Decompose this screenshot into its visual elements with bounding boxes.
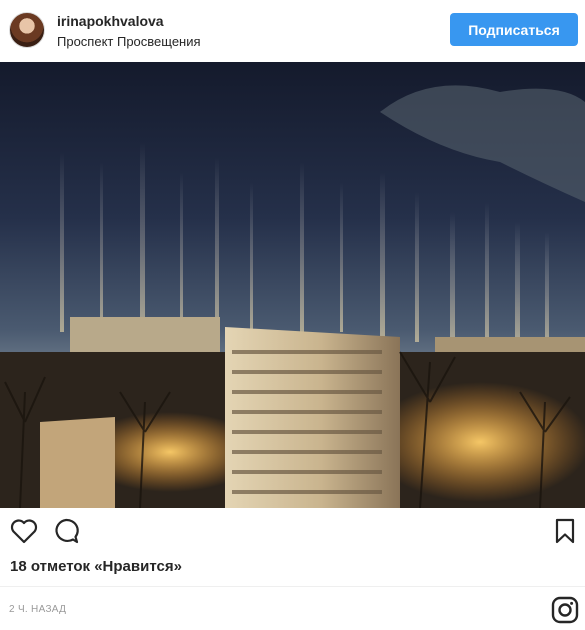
likes-count[interactable]: 18 отметок «Нравится»: [10, 558, 182, 575]
post-header: irinapokhvalova Проспект Просвещения Под…: [0, 0, 585, 62]
post-photo[interactable]: [0, 62, 585, 508]
username[interactable]: irinapokhvalova: [57, 13, 164, 29]
post-actions: [0, 508, 585, 554]
night-city-photo: [0, 62, 585, 508]
bookmark-icon[interactable]: [553, 518, 577, 544]
location-link[interactable]: Проспект Просвещения: [57, 34, 201, 49]
instagram-logo-icon[interactable]: [551, 596, 579, 624]
divider: [0, 586, 585, 587]
follow-button[interactable]: Подписаться: [450, 13, 578, 46]
speech-bubble-icon[interactable]: [52, 518, 80, 544]
avatar[interactable]: [9, 12, 45, 48]
heart-outline-icon[interactable]: [10, 518, 38, 544]
post-timestamp[interactable]: 2 Ч. НАЗАД: [9, 604, 66, 615]
